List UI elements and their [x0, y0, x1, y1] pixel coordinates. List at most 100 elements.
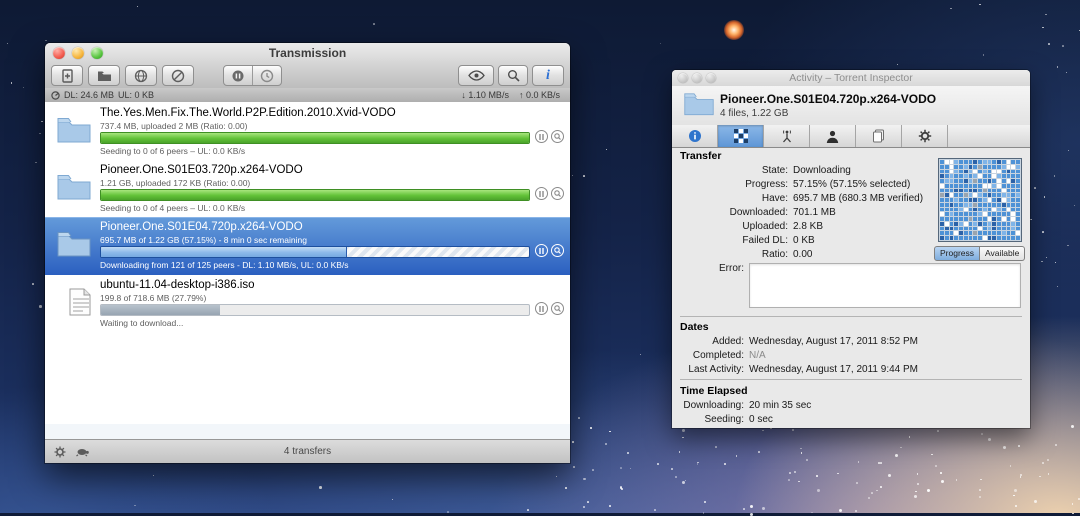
window-title: Transmission [269, 46, 346, 60]
error-label: Error: [680, 263, 749, 308]
transfer-row: State:Downloading [680, 164, 923, 178]
remove-icon [171, 69, 185, 83]
inspector-tabs [672, 125, 1030, 148]
inspector-activity-panel: Transfer State:Downloading Progress:57.1… [672, 147, 1030, 428]
pieces-view-switch: Progress Available [934, 246, 1025, 261]
resume-all-button[interactable] [252, 66, 281, 85]
torrent-status: Seeding to 0 of 6 peers – UL: 0.0 KB/s [100, 146, 245, 156]
tab-options[interactable] [902, 125, 948, 147]
quicklook-button[interactable] [458, 65, 494, 86]
separator [680, 316, 1022, 317]
torrent-name: Pioneer.One.S01E03.720p.x264-VODO [100, 164, 303, 176]
time-row: Seeding:0 sec [680, 413, 811, 427]
time-row: Downloading:20 min 35 sec [680, 399, 811, 413]
folder-icon [97, 70, 112, 82]
dl-total: DL: 24.6 MB [64, 90, 114, 100]
pause-torrent-button[interactable] [535, 244, 548, 257]
pause-icon [539, 248, 544, 254]
torrent-status: Downloading from 121 of 125 peers - DL: … [100, 260, 349, 270]
torrent-details: 695.7 MB of 1.22 GB (57.15%) - 8 min 0 s… [100, 235, 307, 245]
time-elapsed-rows: Downloading:20 min 35 sec Seeding:0 sec [680, 399, 811, 427]
globe-icon [134, 69, 148, 83]
torrent-row[interactable]: The.Yes.Men.Fix.The.World.P2P.Edition.20… [45, 103, 570, 160]
person-icon [826, 130, 839, 143]
inspector-button[interactable]: i [532, 65, 564, 86]
search-icon [507, 69, 520, 82]
progress-bar [100, 189, 530, 201]
transmission-titlebar[interactable]: Transmission [45, 43, 570, 62]
reveal-torrent-button[interactable] [551, 302, 564, 315]
folder-icon [56, 116, 92, 144]
reveal-torrent-button[interactable] [551, 187, 564, 200]
pause-torrent-button[interactable] [535, 302, 548, 315]
open-web-button[interactable] [125, 65, 157, 86]
magnifier-icon [554, 247, 561, 254]
transfer-row: Have:695.7 MB (680.3 MB verified) [680, 192, 923, 206]
dates-rows: Added:Wednesday, August 17, 2011 8:52 PM… [680, 335, 918, 377]
transfer-rows: State:Downloading Progress:57.15% (57.15… [680, 164, 923, 262]
folder-icon [56, 230, 92, 258]
tab-general-info[interactable] [672, 125, 718, 147]
transfer-row: Progress:57.15% (57.15% selected) [680, 178, 923, 192]
reveal-torrent-button[interactable] [551, 130, 564, 143]
gear-icon [918, 129, 932, 143]
tab-peers[interactable] [810, 125, 856, 147]
transmission-toolbar: i [45, 62, 570, 89]
transfer-heading: Transfer [680, 150, 721, 162]
minimize-button[interactable] [72, 47, 84, 59]
resume-all-icon [260, 69, 274, 83]
dates-row: Added:Wednesday, August 17, 2011 8:52 PM [680, 335, 918, 349]
pause-resume-group [223, 65, 282, 86]
add-torrent-button[interactable] [51, 65, 83, 86]
time-elapsed-heading: Time Elapsed [680, 385, 748, 397]
open-folder-button[interactable] [88, 65, 120, 86]
close-button[interactable] [678, 73, 688, 83]
inspector-titlebar[interactable]: Activity – Torrent Inspector [672, 70, 1030, 86]
add-torrent-icon [61, 69, 74, 83]
down-speed: ↓ 1.10 MB/s [461, 90, 509, 100]
tab-files[interactable] [856, 125, 902, 147]
ul-total: UL: 0 KB [118, 90, 154, 100]
transmission-bottombar: 4 transfers [45, 439, 570, 463]
down-arrow-icon: ↓ [461, 90, 466, 100]
info-icon: i [546, 68, 550, 84]
torrent-details: 1.21 GB, uploaded 172 KB (Ratio: 0.00) [100, 178, 250, 188]
zoom-button[interactable] [706, 73, 716, 83]
torrent-row-selected[interactable]: Pioneer.One.S01E04.720p.x264-VODO 695.7 … [45, 217, 570, 275]
magnifier-icon [554, 190, 561, 197]
stats-icon[interactable] [51, 91, 60, 100]
inspector-torrent-info: 4 files, 1.22 GB [720, 108, 788, 119]
error-box[interactable] [749, 263, 1021, 308]
transfer-row: Uploaded:2.8 KB [680, 220, 923, 234]
filter-search-button[interactable] [498, 65, 528, 86]
inspector-header: Pioneer.One.S01E04.720p.x264-VODO 4 file… [672, 86, 1030, 126]
tab-activity[interactable] [718, 125, 764, 147]
file-icon [62, 288, 98, 316]
dates-heading: Dates [680, 321, 709, 333]
dates-row: Completed:N/A [680, 349, 918, 363]
remove-button[interactable] [162, 65, 194, 86]
torrent-name: The.Yes.Men.Fix.The.World.P2P.Edition.20… [100, 107, 396, 119]
transfer-row: Downloaded:701.1 MB [680, 206, 923, 220]
torrent-row[interactable]: ubuntu-11.04-desktop-i386.iso 199.8 of 7… [45, 275, 570, 332]
torrent-row[interactable]: Pioneer.One.S01E03.720p.x264-VODO 1.21 G… [45, 160, 570, 217]
folder-icon [56, 173, 92, 201]
reveal-torrent-button[interactable] [551, 244, 564, 257]
pieces-progress-button[interactable]: Progress [934, 246, 980, 261]
info-circle-icon [688, 129, 702, 143]
torrent-list: The.Yes.Men.Fix.The.World.P2P.Edition.20… [45, 102, 570, 440]
transfers-count: 4 transfers [45, 446, 570, 457]
antenna-icon [780, 129, 794, 143]
transfer-row: Failed DL:0 KB [680, 234, 923, 248]
pause-torrent-button[interactable] [535, 187, 548, 200]
tab-trackers[interactable] [764, 125, 810, 147]
minimize-button[interactable] [692, 73, 702, 83]
pause-torrent-button[interactable] [535, 130, 548, 143]
torrent-name: Pioneer.One.S01E04.720p.x264-VODO [100, 221, 303, 233]
close-button[interactable] [53, 47, 65, 59]
torrent-name: ubuntu-11.04-desktop-i386.iso [100, 279, 255, 291]
up-speed: ↑ 0.0 KB/s [519, 90, 560, 100]
zoom-button[interactable] [91, 47, 103, 59]
pieces-available-button[interactable]: Available [980, 246, 1025, 261]
pause-all-button[interactable] [224, 66, 252, 85]
